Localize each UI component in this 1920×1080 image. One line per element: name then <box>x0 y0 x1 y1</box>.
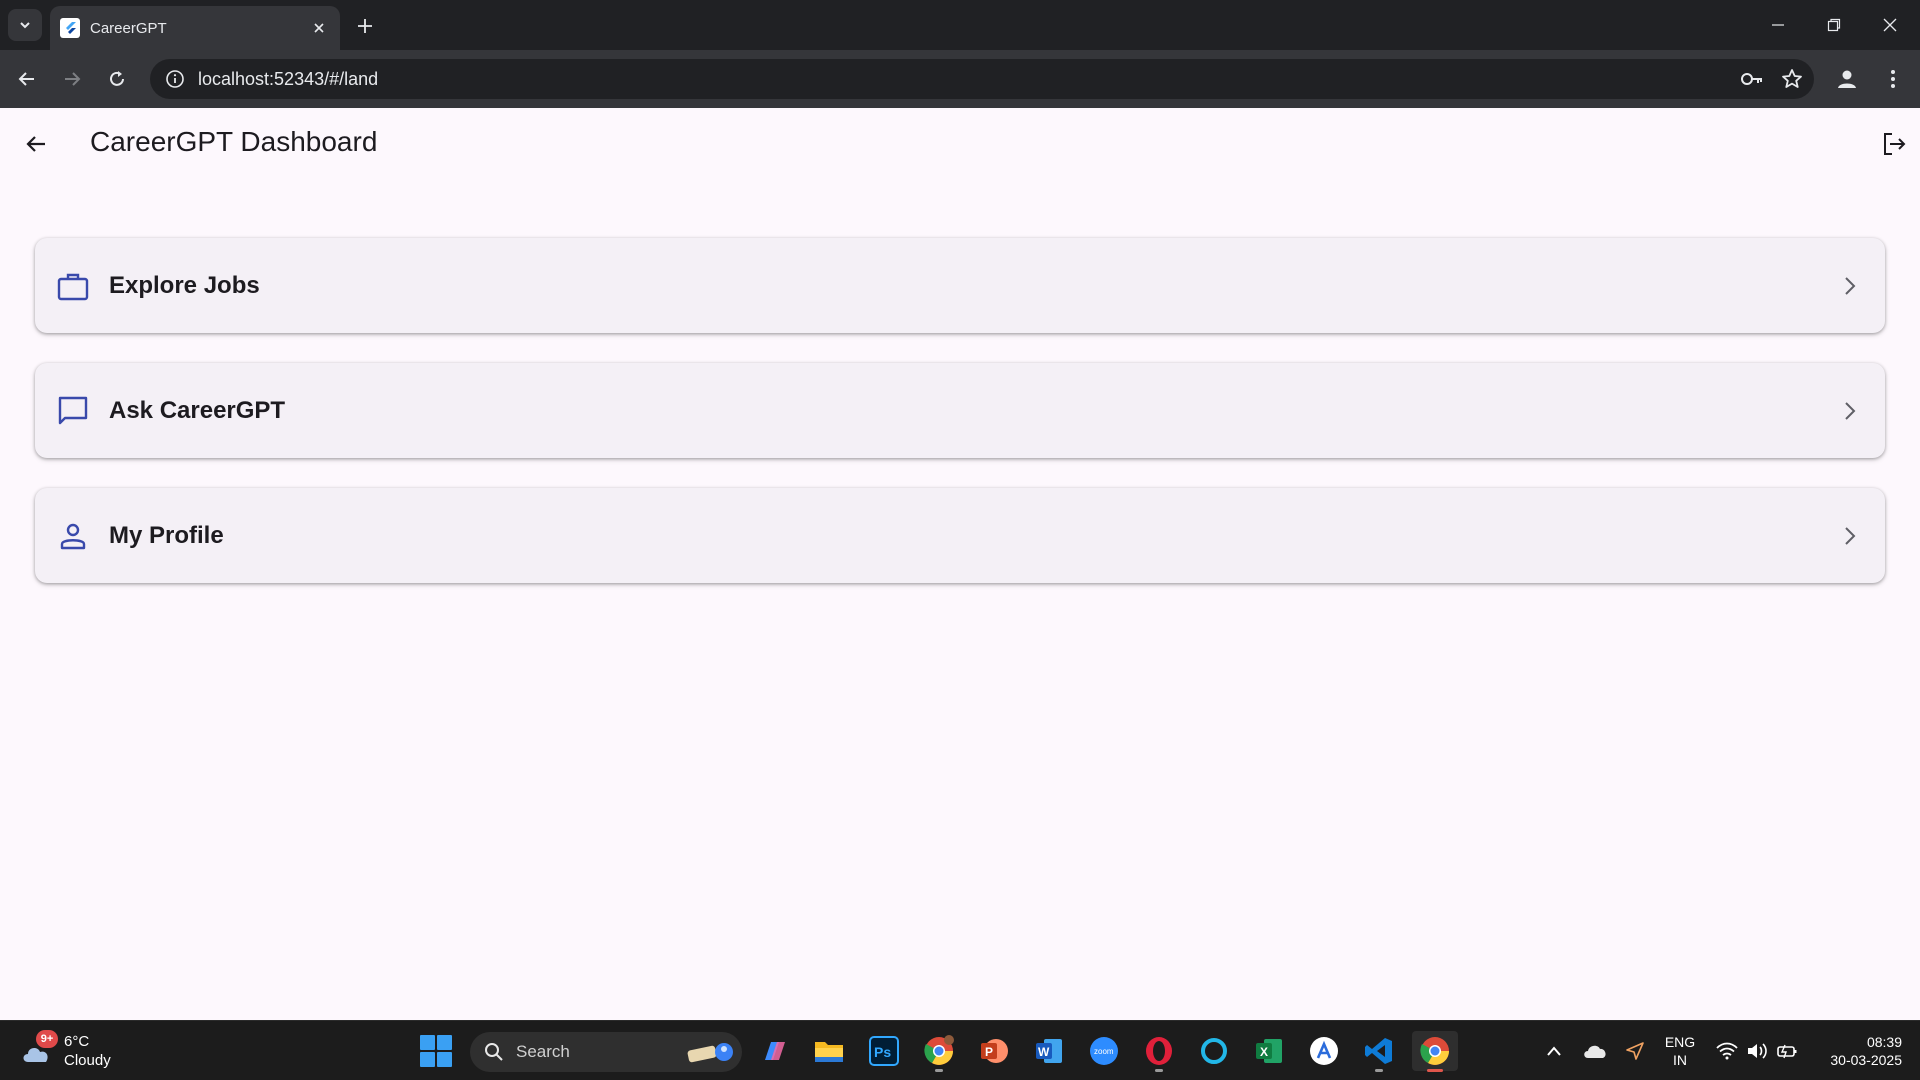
arrow-right-icon <box>65 72 81 86</box>
cortana-icon[interactable] <box>1194 1031 1234 1071</box>
restore-icon <box>1827 18 1841 32</box>
arrow-left-icon <box>18 72 34 86</box>
svg-text:Ps: Ps <box>874 1044 891 1060</box>
clock-time: 08:39 <box>1866 1034 1902 1050</box>
ask-careergpt-card[interactable]: Ask CareerGPT <box>35 363 1885 458</box>
chevron-right-icon <box>1835 396 1865 426</box>
powerpoint-icon[interactable]: P <box>974 1031 1014 1071</box>
site-info-icon[interactable] <box>164 68 186 90</box>
weather-condition: Cloudy <box>64 1052 111 1069</box>
vscode-icon[interactable] <box>1359 1031 1399 1072</box>
app-bar: CareerGPT Dashboard <box>0 108 1920 180</box>
chrome-icon[interactable] <box>1412 1031 1458 1072</box>
chrome-profile-icon[interactable] <box>919 1031 959 1072</box>
svg-text:W: W <box>1038 1045 1050 1059</box>
weather-badge: 9+ <box>36 1030 58 1048</box>
clock-date: 30-03-2025 <box>1830 1052 1902 1068</box>
explore-jobs-card[interactable]: Explore Jobs <box>35 238 1885 333</box>
page-title: CareerGPT Dashboard <box>90 126 378 157</box>
restore-button[interactable] <box>1806 0 1862 50</box>
copilot-icon[interactable] <box>754 1031 794 1071</box>
zoom-icon[interactable]: zoom <box>1084 1031 1124 1071</box>
chat-bubble-icon <box>55 393 91 429</box>
bookmark-star-icon[interactable] <box>1774 61 1810 97</box>
app-back-button[interactable] <box>16 124 56 164</box>
search-highlight-icon <box>687 1043 733 1063</box>
minimize-icon <box>1772 24 1784 26</box>
browser-toolbar: localhost:52343/#/land <box>0 50 1920 108</box>
location-arrow-icon[interactable] <box>1620 1031 1650 1071</box>
plus-icon <box>358 19 372 33</box>
card-label: Ask CareerGPT <box>109 396 286 424</box>
reload-button[interactable] <box>100 62 134 96</box>
weather-widget[interactable]: 9+ 6°C Cloudy <box>20 1029 111 1073</box>
forward-button[interactable] <box>55 62 89 96</box>
browser-menu-icon[interactable] <box>1876 62 1910 96</box>
new-tab-button[interactable] <box>352 13 378 39</box>
excel-icon[interactable]: X <box>1249 1031 1289 1071</box>
start-button[interactable] <box>420 1035 452 1067</box>
taskbar: 9+ 6°C Cloudy Search Ps P W zoom X ENG I… <box>0 1020 1920 1080</box>
briefcase-icon <box>55 268 91 304</box>
system-clock[interactable]: 08:39 30-03-2025 <box>1810 1033 1902 1069</box>
tab-close-icon[interactable] <box>308 17 330 39</box>
word-icon[interactable]: W <box>1029 1031 1069 1071</box>
back-button[interactable] <box>10 62 44 96</box>
address-bar[interactable]: localhost:52343/#/land <box>150 59 1814 99</box>
chevron-up-icon[interactable] <box>1540 1031 1568 1071</box>
volume-icon[interactable] <box>1742 1031 1772 1071</box>
chevron-right-icon <box>1835 271 1865 301</box>
close-window-button[interactable] <box>1862 0 1918 50</box>
input-language[interactable]: ENG IN <box>1660 1033 1700 1069</box>
url-text[interactable]: localhost:52343/#/land <box>198 69 1734 90</box>
password-key-icon[interactable] <box>1734 61 1770 97</box>
app-store-icon[interactable] <box>1304 1031 1344 1071</box>
cloud-icon: 9+ <box>20 1030 58 1066</box>
photoshop-icon[interactable]: Ps <box>864 1031 904 1071</box>
wifi-icon[interactable] <box>1712 1031 1742 1071</box>
logout-icon <box>1884 133 1906 155</box>
onedrive-cloud-icon[interactable] <box>1580 1031 1610 1071</box>
person-icon <box>55 518 91 554</box>
tab-title: CareerGPT <box>90 19 167 37</box>
browser-tab[interactable]: CareerGPT <box>50 6 340 50</box>
flutter-favicon-icon <box>60 18 80 38</box>
chevron-right-icon <box>1835 521 1865 551</box>
search-label: Search <box>516 1042 570 1061</box>
arrow-back-icon <box>26 136 45 152</box>
battery-icon[interactable] <box>1772 1031 1802 1071</box>
svg-text:zoom: zoom <box>1094 1047 1114 1056</box>
chevron-down-icon <box>20 22 30 29</box>
svg-text:X: X <box>1260 1045 1268 1059</box>
file-explorer-icon[interactable] <box>809 1031 849 1071</box>
close-icon <box>1883 18 1897 32</box>
card-label: Explore Jobs <box>109 271 260 299</box>
opera-icon[interactable] <box>1139 1031 1179 1072</box>
windows-logo-icon <box>420 1035 435 1050</box>
svg-text:P: P <box>985 1045 993 1059</box>
dashboard-menu: Explore Jobs Ask CareerGPT My Profile <box>35 238 1885 613</box>
weather-temperature: 6°C <box>64 1033 90 1050</box>
search-icon <box>485 1043 503 1061</box>
reload-icon <box>110 71 124 86</box>
logout-button[interactable] <box>1874 124 1914 164</box>
browser-tab-strip: CareerGPT <box>0 0 1920 50</box>
tab-search-button[interactable] <box>8 9 42 41</box>
taskbar-search[interactable]: Search <box>470 1032 742 1072</box>
minimize-button[interactable] <box>1750 0 1806 50</box>
my-profile-card[interactable]: My Profile <box>35 488 1885 583</box>
card-label: My Profile <box>109 521 224 549</box>
profile-avatar-icon[interactable] <box>1830 62 1864 96</box>
